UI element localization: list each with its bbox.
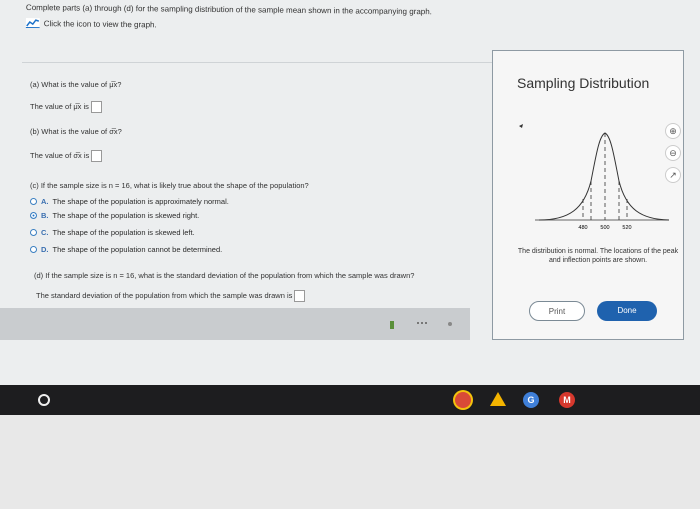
dock [0,308,470,340]
print-button[interactable]: Print [529,301,585,321]
option-a[interactable]: A. The shape of the population is approx… [30,197,229,206]
radio-b[interactable] [30,212,37,219]
desk-area [0,415,700,509]
instructions: Complete parts (a) through (d) for the s… [25,3,432,32]
option-a-text: The shape of the population is approxima… [52,197,229,206]
tick-480: 480 [578,225,587,231]
part-b-answer: The value of σ̅x is [30,150,103,162]
tick-500: 500 [600,225,609,231]
instructions-line: Complete parts (a) through (d) for the s… [25,3,432,17]
part-a-question: (a) What is the value of μ̅x? [30,80,122,89]
option-b-letter: B. [41,211,49,220]
option-c-text: The shape of the population is skewed le… [52,228,195,237]
option-a-letter: A. [41,197,49,206]
part-d-answer: The standard deviation of the population… [36,290,306,302]
launcher-icon[interactable] [38,394,50,406]
part-d-question: (d) If the sample size is n = 16, what i… [34,271,415,280]
part-a-input[interactable] [90,101,102,113]
part-b-answer-label: The value of σ̅x is [30,150,90,160]
gmail-icon[interactable]: M [559,392,575,408]
part-d-input[interactable] [294,290,306,302]
radio-a[interactable] [30,198,37,205]
app-icon[interactable]: G [523,392,539,408]
taskbar: G M [0,385,700,415]
part-a-answer: The value of μ̅x is [30,101,102,113]
drive-icon[interactable] [490,392,506,406]
sampling-distribution-panel: Sampling Distribution ⊕ ⊖ ↗ 480 500 520 … [492,50,684,340]
option-b-text: The shape of the population is skewed ri… [52,211,200,220]
part-b-input[interactable] [91,150,103,162]
done-button[interactable]: Done [597,301,657,321]
radio-d[interactable] [30,246,37,253]
part-a-answer-label: The value of μ̅x is [30,101,89,111]
graph-link[interactable]: Click the icon to view the graph. [25,17,432,32]
dock-more-icon[interactable] [417,322,427,330]
dock-grip-icon[interactable] [390,321,394,329]
chrome-icon[interactable] [455,392,471,408]
option-d-letter: D. [41,245,49,254]
tick-520: 520 [622,225,631,231]
option-c-letter: C. [41,228,49,237]
arrow-icon [519,124,523,128]
part-c-question: (c) If the sample size is n = 16, what i… [30,181,309,190]
part-d-answer-label: The standard deviation of the population… [36,290,293,300]
panel-caption: The distribution is normal. The location… [517,248,679,264]
option-c[interactable]: C. The shape of the population is skewed… [30,228,195,237]
option-d-text: The shape of the population cannot be de… [52,245,223,254]
graph-link-text[interactable]: Click the icon to view the graph. [44,19,157,29]
option-d[interactable]: D. The shape of the population cannot be… [30,245,222,254]
graph-icon[interactable] [25,17,40,29]
dock-dot-icon[interactable] [448,322,452,326]
option-b[interactable]: B. The shape of the population is skewed… [30,211,199,220]
radio-c[interactable] [30,229,37,236]
divider [22,62,492,63]
normal-curve-graph: 480 500 520 [519,124,669,231]
normal-curve [538,132,669,221]
part-b-question: (b) What is the value of σ̅x? [30,127,122,136]
panel-title: Sampling Distribution [517,75,650,91]
screen: Complete parts (a) through (d) for the s… [0,0,700,385]
